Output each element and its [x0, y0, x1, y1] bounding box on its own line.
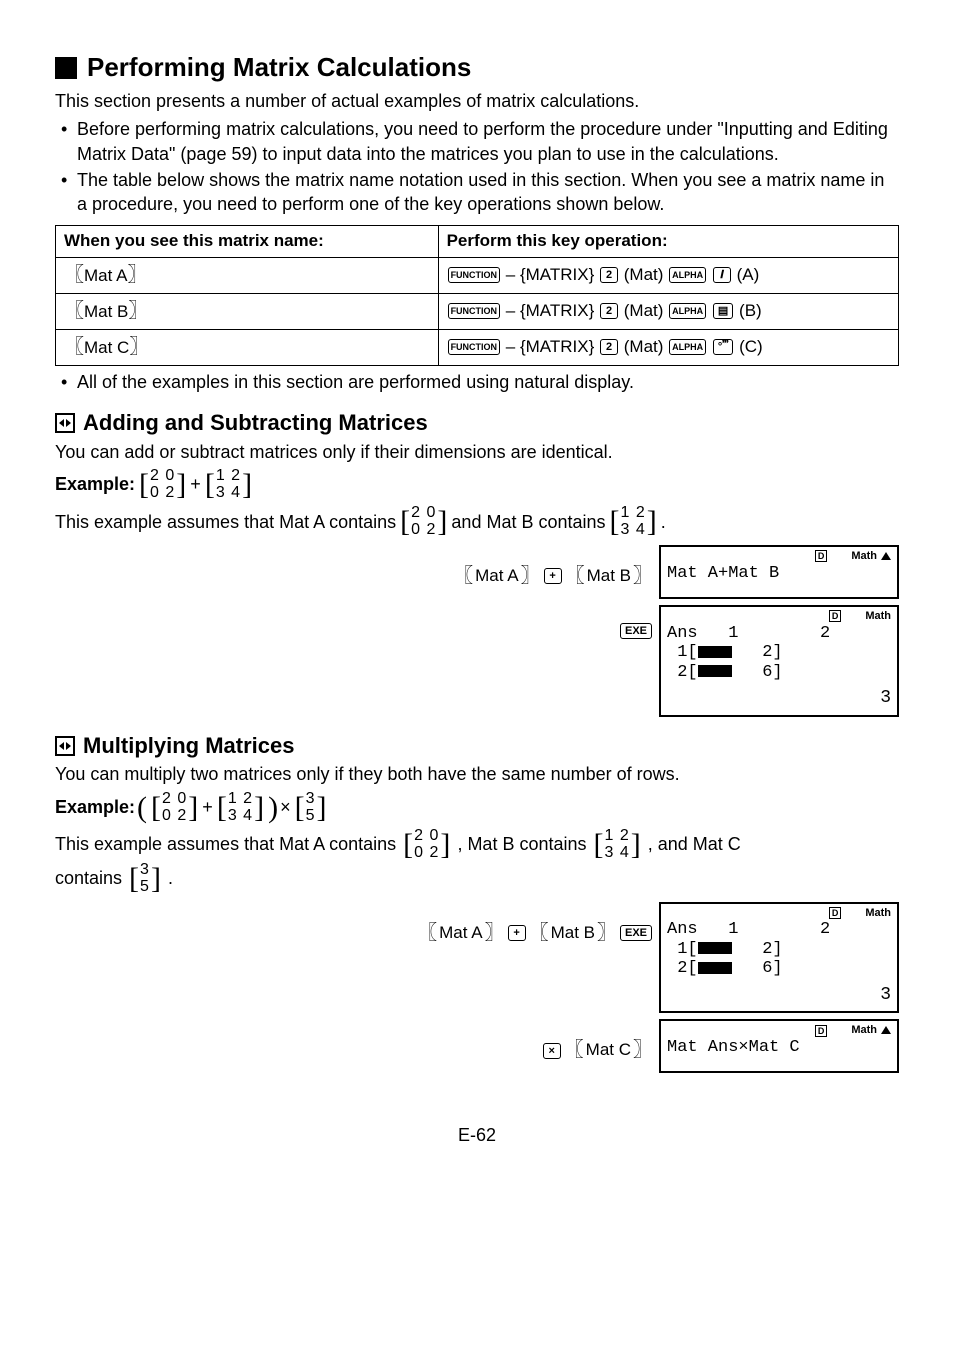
plus-key-icon: + — [544, 568, 562, 584]
cell-opA: FUNCTION – {MATRIX} 2 (Mat) ALPHA 𝒊 (A) — [438, 257, 898, 293]
calculator-screen-1: DMath Mat A+Mat B — [659, 545, 899, 599]
table-row: 〖Mat A〗 FUNCTION – {MATRIX} 2 (Mat) ALPH… — [56, 257, 899, 293]
d-indicator-icon: D — [829, 610, 842, 622]
alpha-key-icon: ALPHA — [669, 267, 706, 283]
sec2-assume: This example assumes that Mat A contains… — [55, 828, 899, 895]
alpha-key-icon: ALPHA — [669, 303, 706, 319]
sec2-body: You can multiply two matrices only if th… — [55, 762, 899, 786]
table-row: 〖Mat C〗 FUNCTION – {MATRIX} 2 (Mat) ALPH… — [56, 329, 899, 365]
function-key-icon: FUNCTION — [448, 267, 501, 283]
key-2-icon: 2 — [600, 303, 618, 319]
intro-text: This section presents a number of actual… — [55, 89, 899, 113]
key-2-icon: 2 — [600, 339, 618, 355]
cell-opB: FUNCTION – {MATRIX} 2 (Mat) ALPHA ▤ (B) — [438, 293, 898, 329]
triangle-up-icon — [881, 1026, 891, 1034]
calculator-screen-3: DMath Ans 1 2 1[ 2] 2[ 6] 3 — [659, 902, 899, 1014]
key-B-icon: ▤ — [713, 303, 733, 319]
bullet-2: The table below shows the matrix name no… — [55, 168, 899, 217]
op-matA-plus-matB-exe: 〖Mat A〗 + 〖Mat B〗 EXE — [417, 902, 653, 947]
calculator-screen-2: DMath Ans 1 2 1[ 2] 2[ 6] 3 — [659, 605, 899, 717]
times-key-icon: × — [543, 1043, 561, 1059]
bullet-1: Before performing matrix calculations, y… — [55, 117, 899, 166]
cell-matA: 〖Mat A〗 — [56, 257, 439, 293]
sec1-assume: This example assumes that Mat A contains… — [55, 505, 899, 539]
op-exe: EXE — [619, 605, 653, 639]
d-indicator-icon: D — [815, 1025, 828, 1037]
sec1-body: You can add or subtract matrices only if… — [55, 440, 899, 464]
d-indicator-icon: D — [815, 550, 828, 562]
th-matrix-name: When you see this matrix name: — [56, 225, 439, 257]
cell-matC: 〖Mat C〗 — [56, 329, 439, 365]
cell-matB: 〖Mat B〗 — [56, 293, 439, 329]
section-square-icon — [55, 57, 77, 79]
calculator-screen-4: DMath Mat Ans×Mat C — [659, 1019, 899, 1073]
op-times-matC: × 〖Mat C〗 — [542, 1019, 653, 1064]
key-2-icon: 2 — [600, 267, 618, 283]
d-indicator-icon: D — [829, 907, 842, 919]
triangle-up-icon — [881, 552, 891, 560]
sec1-example: Example: [2 00 2] + [1 23 4] — [55, 468, 899, 502]
exe-key-icon: EXE — [620, 623, 652, 639]
key-A-icon: 𝒊 — [713, 267, 731, 283]
page-number: E-62 — [55, 1123, 899, 1147]
alpha-key-icon: ALPHA — [669, 339, 706, 355]
subsection-arrow-icon — [55, 413, 75, 433]
key-C-icon: °𝄒𝄒𝄒 — [713, 339, 733, 355]
exe-key-icon: EXE — [620, 925, 652, 941]
page-title: Performing Matrix Calculations — [87, 50, 471, 85]
subsection-arrow-icon — [55, 736, 75, 756]
subhead-add-sub: Adding and Subtracting Matrices — [83, 408, 428, 438]
function-key-icon: FUNCTION — [448, 339, 501, 355]
sec2-example: Example: ( [2 00 2] + [1 23 4] ) × [35] — [55, 791, 899, 825]
key-op-table: When you see this matrix name: Perform t… — [55, 225, 899, 366]
subhead-multiply: Multiplying Matrices — [83, 731, 294, 761]
function-key-icon: FUNCTION — [448, 303, 501, 319]
th-key-op: Perform this key operation: — [438, 225, 898, 257]
plus-key-icon: + — [508, 925, 526, 941]
after-table-note: All of the examples in this section are … — [55, 370, 899, 394]
cell-opC: FUNCTION – {MATRIX} 2 (Mat) ALPHA °𝄒𝄒𝄒 (… — [438, 329, 898, 365]
op-matA-plus-matB: 〖Mat A〗 + 〖Mat B〗 — [453, 545, 653, 590]
table-row: 〖Mat B〗 FUNCTION – {MATRIX} 2 (Mat) ALPH… — [56, 293, 899, 329]
